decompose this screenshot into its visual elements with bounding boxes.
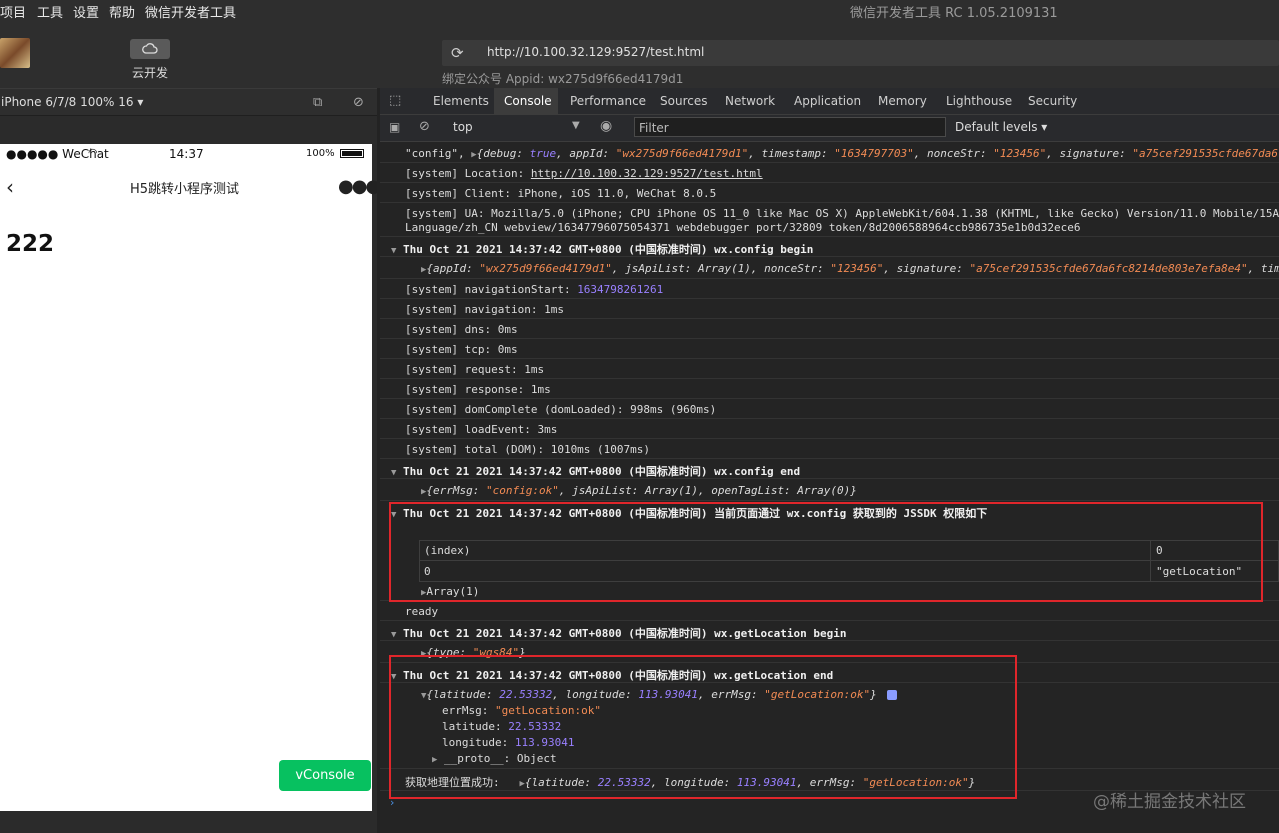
device-select[interactable]: iPhone 6/7/8 100% 16 ▾ — [1, 95, 143, 109]
page-content: 222 — [6, 231, 55, 257]
tab-elements[interactable]: Elements — [433, 94, 489, 108]
log-system: [system] request: 1ms — [405, 363, 545, 376]
cloud-dev-label: 云开发 — [132, 66, 169, 80]
tab-network[interactable]: Network — [725, 94, 775, 108]
location-link[interactable]: http://10.100.32.129:9527/test.html — [531, 167, 763, 180]
menu-project[interactable]: 项目 — [0, 2, 26, 21]
window-title: 微信开发者工具 RC 1.05.2109131 — [850, 6, 1058, 21]
back-icon[interactable]: ‹ — [6, 175, 14, 199]
log-nav-start: [system] navigationStart: 1634798261261 — [405, 283, 664, 296]
log-system: [system] total (DOM): 1010ms (1007ms) — [405, 443, 651, 456]
log-config-obj: ▶{appId: "wx275d9f66ed4179d1", jsApiList… — [421, 262, 1279, 275]
log-levels-select[interactable]: Default levels ▾ — [955, 120, 1047, 134]
collapse-arrow-icon[interactable]: ▼ — [391, 246, 396, 256]
window-icon[interactable]: ⧉ — [313, 95, 322, 110]
log-ua-cont: Language/zh_CN webview/16347796075054371… — [405, 221, 1081, 234]
inspect-icon[interactable]: ⬚ — [389, 93, 401, 108]
clear-console-icon[interactable]: ⊘ — [419, 119, 430, 134]
reload-icon[interactable]: ⟳ — [451, 44, 464, 62]
url-text[interactable]: http://10.100.32.129:9527/test.html — [487, 45, 704, 59]
group-getlocation-begin[interactable]: ▼ Thu Oct 21 2021 14:37:42 GMT+0800 (中国标… — [391, 625, 847, 641]
avatar[interactable] — [0, 38, 30, 68]
context-select[interactable]: top — [453, 120, 473, 134]
tab-lighthouse[interactable]: Lighthouse — [946, 94, 1012, 108]
collapse-arrow-icon[interactable]: ▼ — [391, 630, 396, 640]
log-system: [system] tcp: 0ms — [405, 343, 518, 356]
tab-security[interactable]: Security — [1028, 94, 1077, 108]
log-system: [system] loadEvent: 3ms — [405, 423, 558, 436]
eye-icon[interactable]: ◉ — [600, 118, 612, 134]
wifi-icon: ◠ — [88, 146, 98, 159]
highlight-box-permissions — [389, 502, 1263, 602]
log-system: [system] dns: 0ms — [405, 323, 518, 336]
log-location: [system] Location: http://10.100.32.129:… — [405, 167, 763, 180]
log-ua: [system] UA: Mozilla/5.0 (iPhone; CPU iP… — [405, 207, 1279, 220]
page-title: H5跳转小程序测试 — [130, 182, 240, 197]
more-icon[interactable]: ●●● — [338, 176, 381, 197]
sidebar-icon[interactable]: ▣ — [389, 120, 400, 134]
menu-tools[interactable]: 工具 — [37, 2, 63, 21]
phone-screen — [0, 144, 372, 811]
appid-text: 绑定公众号 Appid: wx275d9f66ed4179d1 — [442, 72, 684, 86]
battery-text: 100% — [306, 148, 335, 159]
vconsole-button[interactable]: vConsole — [279, 760, 371, 791]
menu-help[interactable]: 帮助 — [109, 2, 135, 21]
status-time: 14:37 — [169, 147, 204, 161]
log-ready: ready — [405, 605, 439, 618]
tab-application[interactable]: Application — [794, 94, 861, 108]
log-system: [system] response: 1ms — [405, 383, 551, 396]
phone-bottom — [0, 811, 377, 833]
log-client: [system] Client: iPhone, iOS 11.0, WeCha… — [405, 187, 717, 200]
menu-settings[interactable]: 设置 — [73, 2, 99, 21]
rotate-icon[interactable]: ⊘ — [353, 95, 364, 110]
menu-bar: 项目 工具 设置 帮助 微信开发者工具 微信开发者工具 RC 1.05.2109… — [0, 0, 1279, 24]
battery-icon — [340, 149, 364, 158]
log-config: "config", ▶{debug: true, appId: "wx275d9… — [405, 147, 1279, 160]
tab-console[interactable]: Console — [504, 94, 552, 108]
tab-performance[interactable]: Performance — [570, 94, 646, 108]
phone-status-bar: ●●●●● WeChat ◠ 14:37 100% — [0, 144, 372, 166]
watermark: @稀土掘金技术社区 — [1093, 792, 1246, 812]
log-system: [system] domComplete (domLoaded): 998ms … — [405, 403, 717, 416]
chevron-down-icon[interactable]: ▼ — [572, 120, 580, 131]
tab-sources[interactable]: Sources — [660, 94, 707, 108]
log-config-result: ▶{errMsg: "config:ok", jsApiList: Array(… — [421, 484, 857, 497]
cloud-icon — [142, 43, 158, 54]
tab-memory[interactable]: Memory — [878, 94, 927, 108]
collapse-arrow-icon[interactable]: ▼ — [391, 468, 396, 478]
group-config-begin[interactable]: ▼ Thu Oct 21 2021 14:37:42 GMT+0800 (中国标… — [391, 241, 813, 257]
group-config-end[interactable]: ▼ Thu Oct 21 2021 14:37:42 GMT+0800 (中国标… — [391, 463, 800, 479]
filter-input[interactable]: Filter — [634, 117, 946, 137]
log-system: [system] navigation: 1ms — [405, 303, 564, 316]
highlight-box-location — [389, 655, 1017, 799]
menu-wechat-devtools[interactable]: 微信开发者工具 — [145, 2, 236, 21]
cloud-dev-button[interactable] — [130, 39, 170, 59]
